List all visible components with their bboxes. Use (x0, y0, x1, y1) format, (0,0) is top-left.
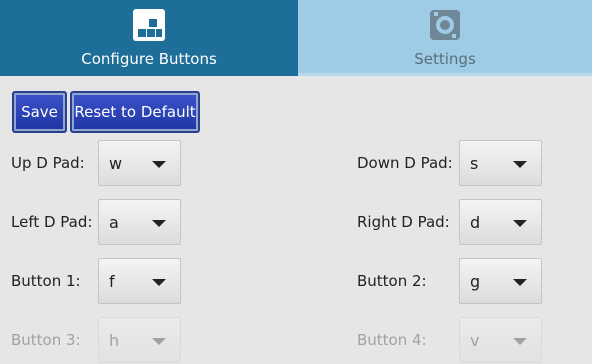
button-2-label: Button 2: (357, 272, 427, 290)
dropdown-arrow-icon (152, 338, 166, 345)
button-4-select[interactable]: v (459, 317, 542, 363)
up-dpad-label: Up D Pad: (11, 154, 85, 172)
right-dpad-select[interactable]: d (459, 199, 542, 245)
button-2-select[interactable]: g (459, 258, 542, 304)
save-button[interactable]: Save (12, 91, 67, 133)
right-dpad-value: d (470, 213, 481, 232)
tab-indicator (298, 73, 592, 76)
tab-bar: Configure Buttons Settings (0, 0, 592, 76)
dropdown-arrow-icon (513, 279, 527, 286)
button-3-label: Button 3: (11, 331, 81, 349)
tab-configure-buttons[interactable]: Configure Buttons (0, 0, 298, 76)
button-2-value: g (470, 272, 481, 291)
dropdown-arrow-icon (513, 220, 527, 227)
tab-label-configure: Configure Buttons (81, 50, 217, 68)
button-4-value: v (470, 331, 480, 350)
button-4-label: Button 4: (357, 331, 427, 349)
up-dpad-select[interactable]: w (98, 140, 181, 186)
grid-icon (133, 9, 165, 41)
down-dpad-value: s (470, 154, 479, 173)
dropdown-arrow-icon (513, 338, 527, 345)
dropdown-arrow-icon (152, 220, 166, 227)
tab-label-settings: Settings (414, 50, 476, 68)
left-dpad-value: a (109, 213, 119, 232)
left-dpad-label: Left D Pad: (11, 213, 93, 231)
down-dpad-label: Down D Pad: (357, 154, 453, 172)
button-1-label: Button 1: (11, 272, 81, 290)
down-dpad-select[interactable]: s (459, 140, 542, 186)
button-1-select[interactable]: f (98, 258, 181, 304)
button-3-select[interactable]: h (98, 317, 181, 363)
button-1-value: f (109, 272, 115, 291)
dropdown-arrow-icon (152, 161, 166, 168)
tab-settings[interactable]: Settings (298, 0, 592, 76)
settings-icon (430, 10, 460, 40)
button-3-value: h (109, 331, 120, 350)
reset-to-default-button[interactable]: Reset to Default (70, 91, 200, 133)
right-dpad-label: Right D Pad: (357, 213, 450, 231)
left-dpad-select[interactable]: a (98, 199, 181, 245)
up-dpad-value: w (109, 154, 123, 173)
dropdown-arrow-icon (152, 279, 166, 286)
dropdown-arrow-icon (513, 161, 527, 168)
